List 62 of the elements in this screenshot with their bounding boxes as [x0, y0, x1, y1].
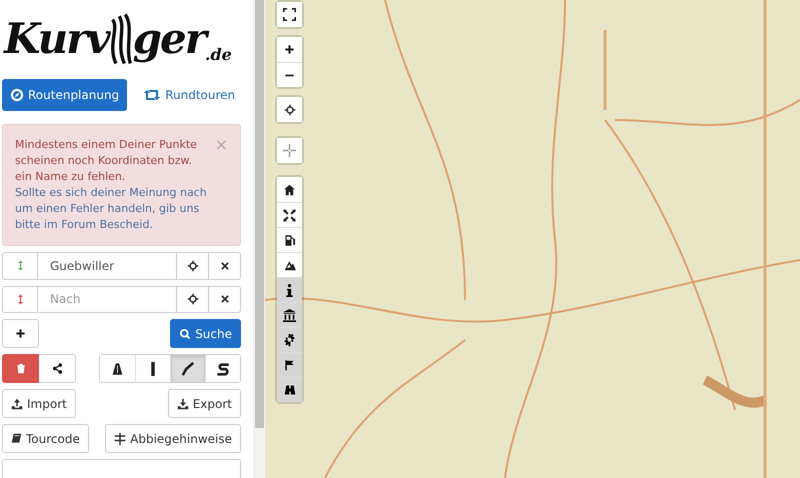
delete-button[interactable]: [2, 354, 39, 384]
crosshair-icon: [186, 260, 198, 272]
flag-icon: [284, 359, 295, 371]
house-icon: [283, 184, 296, 196]
tourcode-button[interactable]: Tourcode: [2, 424, 89, 454]
alert-message: Mindestens einem Deiner Punkte scheinen noch Koordinaten bzw. ein Name zu fehlen. Sollte es sich deiner Meinung nach um einen Fehler handeln, gib uns bitte im Forum Bescheid.: [15, 136, 209, 234]
binoculars-icon: [282, 384, 296, 396]
s-curve-icon: [216, 362, 230, 376]
waypoint-field[interactable]: Nach: [38, 286, 177, 314]
bank-icon: [283, 308, 296, 322]
share-icon: [52, 363, 62, 374]
add-point-button[interactable]: [277, 138, 302, 163]
logo-text: Kurv: [4, 12, 109, 65]
download-icon: [176, 398, 189, 410]
poi-toggle-button[interactable]: [277, 377, 302, 402]
logo-text: .de: [204, 44, 232, 66]
fullscreen-button[interactable]: [277, 2, 302, 27]
route-style-button[interactable]: [205, 355, 240, 382]
waypoint-field[interactable]: Guebwiller: [38, 252, 177, 280]
arrows-icon: [283, 208, 296, 222]
directions-button[interactable]: Abbiegehinweise: [105, 424, 241, 454]
import-button[interactable]: Import: [2, 389, 76, 418]
road-icon: [111, 362, 124, 376]
share-button[interactable]: [39, 354, 76, 384]
poi-toggle-button[interactable]: [277, 352, 302, 377]
crosshair-icon: [186, 293, 198, 306]
tab[interactable]: Rundtouren: [135, 78, 244, 111]
upload-icon: [11, 398, 23, 410]
scrollbar-thumb[interactable]: [254, 0, 264, 428]
search-button[interactable]: Suche: [170, 319, 241, 348]
crosshair-icon: [282, 143, 297, 158]
crosshair-icon: [284, 104, 296, 116]
diagonal-line-icon: [181, 362, 195, 376]
export-button[interactable]: Export: [168, 389, 241, 418]
tab[interactable]: Routenplanung: [2, 78, 128, 111]
poi-toggle-button[interactable]: [277, 302, 302, 327]
forum-link[interactable]: Sollte es sich deiner Meinung nach um einen Fehler handeln, gib uns bitte im Forum Bescheid.: [15, 184, 209, 233]
locate-button[interactable]: [277, 97, 302, 122]
route-style-button[interactable]: [170, 355, 205, 382]
plus-icon: [15, 328, 26, 340]
fullscreen-icon: [283, 8, 296, 21]
plus-icon: [284, 44, 295, 55]
book-icon: [11, 433, 22, 444]
fuel-pump-icon: [284, 234, 296, 246]
mountain-icon: [282, 259, 296, 271]
repeat-arrows-icon: [143, 88, 162, 102]
search-icon: [179, 328, 192, 340]
locate-button[interactable]: [177, 286, 209, 314]
poi-toggle-button[interactable]: [277, 277, 302, 302]
info-icon: [286, 284, 293, 296]
close-icon: [220, 294, 230, 304]
trash-icon: [16, 363, 26, 374]
add-waypoint-button[interactable]: [2, 319, 39, 348]
locate-button[interactable]: [177, 252, 209, 280]
remove-button[interactable]: [209, 286, 241, 314]
compass-icon: [10, 88, 24, 102]
gear-icon: [283, 334, 296, 346]
remove-button[interactable]: [209, 252, 241, 280]
signpost-icon: [114, 432, 126, 445]
poi-toggle-button[interactable]: [277, 327, 302, 352]
zoom-out-button[interactable]: [277, 62, 302, 87]
close-icon: [220, 260, 230, 271]
